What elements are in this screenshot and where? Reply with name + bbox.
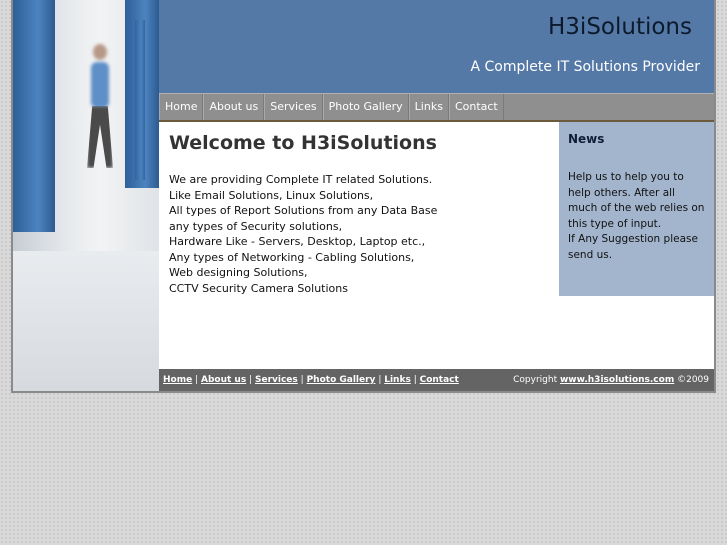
site-title: H3iSolutions <box>548 14 692 40</box>
footer-link-photo-gallery[interactable]: Photo Gallery <box>307 375 376 385</box>
footer-link-links[interactable]: Links <box>384 375 411 385</box>
footer-separator: | <box>249 375 253 385</box>
news-text-help: Help us to help you to help others. Afte… <box>568 171 705 230</box>
nav-item-home[interactable]: Home <box>159 94 204 120</box>
site-header: H3iSolutions A Complete IT Solutions Pro… <box>159 0 714 93</box>
description-line: Any types of Networking - Cabling Soluti… <box>169 250 415 264</box>
main-nav: Home About us Services Photo Gallery Lin… <box>159 93 714 122</box>
copyright-notice: Copyright www.h3isolutions.com ©2009 <box>513 369 709 391</box>
welcome-heading: Welcome to H3iSolutions <box>169 132 437 154</box>
site-footer: Home | About us | Services | Photo Galle… <box>159 369 714 391</box>
description-line: any types of Security solutions, <box>169 219 343 233</box>
news-text-suggestion: If Any Suggestion please send us. <box>568 233 698 261</box>
footer-separator: | <box>195 375 199 385</box>
nav-item-links[interactable]: Links <box>408 94 449 120</box>
footer-link-home[interactable]: Home <box>163 375 192 385</box>
footer-separator: | <box>300 375 304 385</box>
news-text: Help us to help you to help others. Afte… <box>568 170 705 263</box>
news-panel: News Help us to help you to help others.… <box>559 122 714 296</box>
nav-item-about-us[interactable]: About us <box>203 94 265 120</box>
photo-person-legs <box>87 106 113 168</box>
footer-links: Home | About us | Services | Photo Galle… <box>163 369 459 391</box>
footer-separator: | <box>378 375 382 385</box>
description-line: We are providing Complete IT related Sol… <box>169 173 433 186</box>
description-line: Web designing Solutions, <box>169 266 308 279</box>
description-line: Hardware Like - Servers, Desktop, Laptop… <box>169 235 426 248</box>
footer-separator: | <box>413 375 417 385</box>
footer-link-services[interactable]: Services <box>255 375 298 385</box>
server-room-photo <box>13 0 159 391</box>
photo-rack-far <box>135 20 145 180</box>
news-title: News <box>568 132 605 146</box>
description-line: All types of Report Solutions from any D… <box>169 204 438 217</box>
nav-item-contact[interactable]: Contact <box>448 94 504 120</box>
copyright-link[interactable]: www.h3isolutions.com <box>560 375 674 385</box>
photo-person-body <box>91 62 109 108</box>
main-content: Welcome to H3iSolutions We are providing… <box>159 122 714 369</box>
site-tagline: A Complete IT Solutions Provider <box>470 59 701 75</box>
description-line: Like Email Solutions, Linux Solutions, <box>169 188 374 202</box>
description-line: CCTV Security Camera Solutions <box>169 281 348 295</box>
nav-item-services[interactable]: Services <box>264 94 323 120</box>
nav-item-photo-gallery[interactable]: Photo Gallery <box>322 94 409 120</box>
copyright-prefix: Copyright <box>513 375 558 385</box>
footer-link-about-us[interactable]: About us <box>201 375 246 385</box>
services-description: We are providing Complete IT related Sol… <box>169 172 437 296</box>
photo-person-head <box>93 44 107 60</box>
copyright-suffix: ©2009 <box>677 375 709 385</box>
footer-link-contact[interactable]: Contact <box>420 375 459 385</box>
photo-rack-left <box>13 0 55 232</box>
photo-floor <box>13 251 159 391</box>
